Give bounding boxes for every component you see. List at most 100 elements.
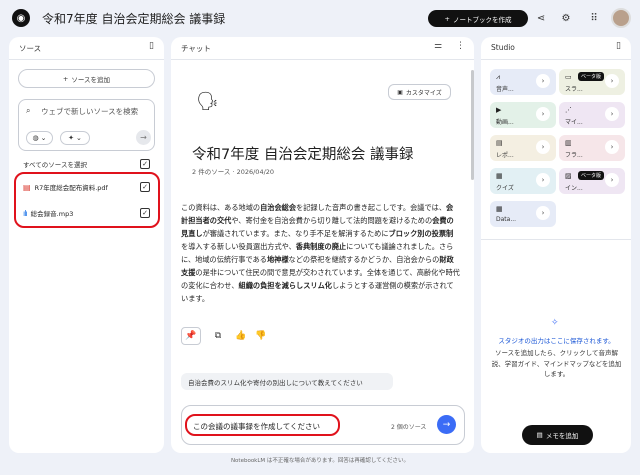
quiz-icon: ▦ [496, 172, 503, 180]
summary-keyword: 自治会総会 [260, 203, 297, 212]
divider [481, 59, 631, 60]
chevron-right-icon[interactable]: › [536, 140, 550, 154]
magic-wand-icon: ✧ [551, 318, 559, 328]
search-input[interactable]: ウェブで新しいソースを検索 [41, 106, 145, 117]
summary-keyword: 組織の負担を減らしスリム化 [238, 281, 332, 290]
summary-keyword: 地神様 [266, 255, 289, 264]
studio-tile-label: スラ... [565, 86, 583, 93]
studio-tile[interactable]: ▨ イン... ベータ版 › [559, 168, 625, 194]
add-note-label: メモを追加 [545, 432, 579, 440]
select-all-label: すべてのソースを選択 [23, 161, 87, 169]
notebooklm-logo-icon[interactable]: ◉ [12, 9, 30, 27]
studio-tile-label: フラ... [565, 152, 583, 159]
create-notebook-label: ノートブックを作成 [452, 15, 512, 24]
chevron-right-icon[interactable]: › [605, 140, 619, 154]
save-to-note-pin-icon[interactable]: 📌 [181, 327, 201, 345]
divider [481, 239, 631, 240]
tune-settings-icon[interactable]: ⚌ [434, 41, 442, 51]
top-bar: ◉ 令和7年度 自治会定期総会 議事録 + ノートブックを作成 ⋖ ⚙ ⠿ [0, 0, 640, 36]
search-icon: ⌕ [26, 106, 31, 115]
plus-icon: + [444, 14, 450, 23]
source-count: 2 個のソース [391, 424, 427, 431]
studio-tile[interactable]: ⩘ 音声... › [490, 69, 556, 95]
avatar[interactable] [611, 8, 631, 28]
studio-tile[interactable]: ▤ レポ... › [490, 135, 556, 161]
web-source-dropdown[interactable]: ◍ ⌄ [26, 131, 53, 145]
studio-tile[interactable]: ▦ Data... › [490, 201, 556, 227]
studio-tile[interactable]: ▦ クイズ › [490, 168, 556, 194]
summary-keyword: ブロック別の投票制 [388, 229, 454, 238]
studio-tile[interactable]: ▥ フラ... › [559, 135, 625, 161]
customize-icon: ▣ [397, 88, 403, 96]
summary-text: が審議されています。また、なり手不足を解消するために [202, 229, 389, 238]
flashcard-icon: ▥ [565, 139, 572, 147]
plus-icon: + [62, 74, 69, 83]
chevron-right-icon[interactable]: › [536, 206, 550, 220]
chevron-right-icon[interactable]: › [536, 107, 550, 121]
add-source-label: ソースを追加 [71, 75, 111, 84]
studio-tile-label: クイズ [496, 185, 514, 192]
studio-info-title: スタジオの出力はここに保存されます。 [498, 337, 615, 345]
studio-tile-label: 動画... [496, 119, 514, 126]
studio-tile-label: イン... [565, 185, 583, 192]
suggested-question[interactable]: 自治会費のスリム化や寄付の別出しについて教えてください [181, 373, 393, 390]
customize-button[interactable]: ▣ カスタマイズ [388, 84, 451, 100]
sources-panel: ソース ▯ + ソースを追加 ⌕ ウェブで新しいソースを検索 ◍ ⌄ ✦ ⌄ → す… [9, 37, 164, 453]
copy-icon[interactable]: ⧉ [211, 329, 225, 343]
search-submit-button[interactable]: → [136, 130, 151, 145]
report-icon: ▤ [496, 139, 503, 147]
beta-badge: ベータ版 [578, 171, 605, 180]
thumbs-up-icon[interactable]: 👍 [234, 329, 248, 343]
studio-panel: Studio ▯ [481, 37, 631, 453]
summary-keyword: 香典制度の廃止 [295, 242, 347, 251]
studio-heading: Studio [491, 43, 515, 52]
apps-grid-icon[interactable]: ⠿ [587, 11, 601, 25]
notebook-summary: この資料は、ある地域の自治会総会を記録した音声の書き起こしです。会議では、会計担… [181, 201, 460, 305]
settings-gear-icon[interactable]: ⚙ [559, 11, 573, 25]
notebook-emoji-icon: 🗣 [196, 91, 219, 112]
create-notebook-button[interactable]: + ノートブックを作成 [428, 10, 528, 27]
divider [9, 59, 164, 60]
studio-tile[interactable]: ⋰ マイ... › [559, 102, 625, 128]
add-note-button[interactable]: ▤ メモを追加 [522, 425, 593, 445]
chevron-down-icon: ⌄ [76, 134, 82, 142]
studio-tile-label: 音声... [496, 86, 514, 93]
add-source-button[interactable]: + ソースを追加 [18, 69, 155, 88]
studio-info-body: ソースを追加したら、クリックして音声解説、学習ガイド、マインドマップなどを追加し… [491, 349, 622, 378]
datatable-icon: ▦ [496, 205, 503, 213]
send-button[interactable]: → [437, 415, 456, 434]
notebook-heading: 令和7年度 自治会定期総会 議事録 [192, 147, 414, 163]
sources-heading: ソース [19, 44, 42, 53]
collapse-panel-icon[interactable]: ▯ [149, 41, 154, 51]
divider [171, 59, 474, 60]
disclaimer-footer: NotebookLM は不正確な場合があります。回答は再確認してください。 [230, 458, 410, 464]
studio-tile[interactable]: ▶ 動画... › [490, 102, 556, 128]
notebook-title[interactable]: 令和7年度 自治会定期総会 議事録 [42, 10, 225, 27]
studio-tile[interactable]: ▭ スラ... ベータ版 › [559, 69, 625, 95]
chat-scrollbar[interactable] [471, 70, 474, 180]
more-options-icon[interactable]: ⋮ [456, 41, 465, 51]
summary-text: を記録した音声の書き起こしです。会議では、 [296, 203, 447, 212]
chat-heading: チャット [181, 44, 211, 53]
research-icon: ✦ [68, 134, 74, 142]
highlight-annotation [14, 172, 160, 228]
summary-text: などの祭祀を継続するかどうか、自治会からの [288, 255, 440, 264]
mindmap-icon: ⋰ [565, 106, 572, 114]
beta-badge: ベータ版 [578, 72, 605, 81]
chevron-right-icon[interactable]: › [605, 74, 619, 88]
note-icon: ▤ [536, 431, 543, 439]
studio-tile-label: マイ... [565, 119, 583, 126]
studio-tile-label: Data... [496, 216, 517, 223]
share-icon[interactable]: ⋖ [534, 11, 548, 25]
chevron-right-icon[interactable]: › [536, 173, 550, 187]
collapse-panel-icon[interactable]: ▯ [616, 41, 621, 51]
chevron-right-icon[interactable]: › [536, 74, 550, 88]
chevron-right-icon[interactable]: › [605, 173, 619, 187]
search-mode-dropdown[interactable]: ✦ ⌄ [60, 131, 90, 145]
select-all-checkbox[interactable]: ✓ [140, 159, 150, 169]
audio-overview-icon: ⩘ [496, 73, 500, 81]
notebook-meta: 2 件のソース · 2026/04/20 [192, 168, 275, 176]
chevron-right-icon[interactable]: › [605, 107, 619, 121]
web-search-box[interactable]: ⌕ ウェブで新しいソースを検索 ◍ ⌄ ✦ ⌄ → [18, 99, 155, 151]
thumbs-down-icon[interactable]: 👎 [254, 329, 268, 343]
